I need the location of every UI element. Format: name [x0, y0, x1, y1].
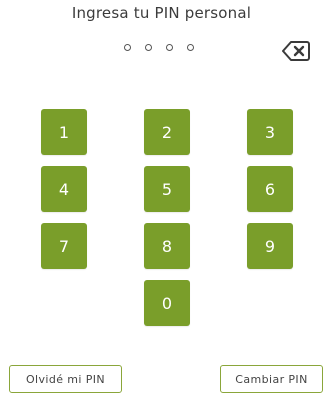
- key-0[interactable]: 0: [144, 280, 190, 326]
- key-2[interactable]: 2: [144, 109, 190, 155]
- key-7[interactable]: 7: [41, 223, 87, 269]
- key-1[interactable]: 1: [41, 109, 87, 155]
- change-pin-button[interactable]: Cambiar PIN: [220, 365, 323, 393]
- page-title: Ingresa tu PIN personal: [71, 4, 252, 22]
- key-5[interactable]: 5: [144, 166, 190, 212]
- backspace-icon: [282, 41, 310, 61]
- pin-entry-screen: Ingresa tu PIN personal 1 2 3 4 5 6 7 8 …: [0, 0, 323, 396]
- pin-dot: [187, 44, 194, 51]
- forgot-pin-button[interactable]: Olvidé mi PIN: [9, 365, 122, 393]
- key-9[interactable]: 9: [247, 223, 293, 269]
- pin-dot: [166, 44, 173, 51]
- key-8[interactable]: 8: [144, 223, 190, 269]
- key-4[interactable]: 4: [41, 166, 87, 212]
- pin-indicator: [124, 44, 194, 51]
- backspace-button[interactable]: [282, 40, 310, 62]
- key-3[interactable]: 3: [247, 109, 293, 155]
- pin-dot: [145, 44, 152, 51]
- pin-dot: [124, 44, 131, 51]
- key-6[interactable]: 6: [247, 166, 293, 212]
